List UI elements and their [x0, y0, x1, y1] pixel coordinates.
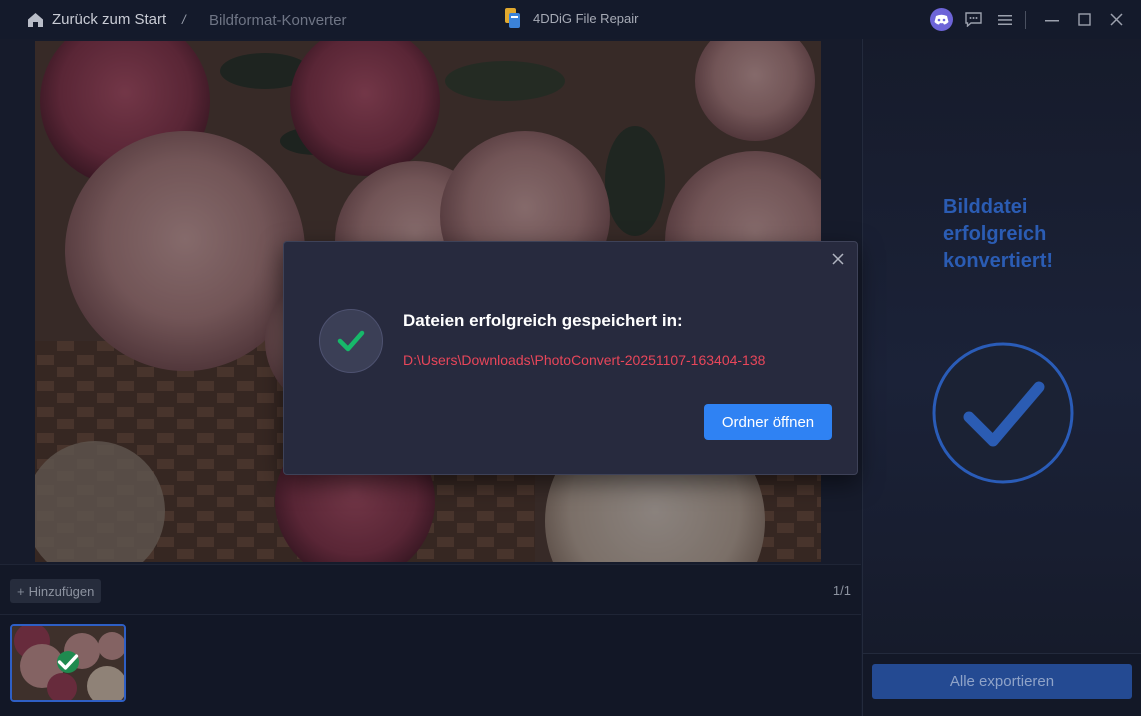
conversion-success-text: Bilddatei erfolgreich konvertiert! — [943, 196, 1054, 272]
title-bar: Zurück zum Start / Bildformat-Konverter … — [0, 0, 1141, 39]
close-window-button[interactable] — [1100, 0, 1132, 39]
toolbar-divider — [1025, 10, 1026, 29]
app-window: Zurück zum Start / Bildformat-Konverter … — [0, 0, 1141, 716]
minimize-icon — [1045, 19, 1059, 21]
open-folder-button[interactable]: Ordner öffnen — [704, 404, 832, 440]
discord-icon — [929, 8, 953, 31]
export-all-button[interactable]: Alle exportieren — [872, 664, 1132, 699]
check-icon — [319, 309, 383, 373]
maximize-button[interactable] — [1068, 0, 1100, 39]
result-panel: Bilddatei erfolgreich konvertiert! — [862, 39, 1141, 653]
saved-path-link[interactable]: D:\Users\Downloads\PhotoConvert-20251107… — [403, 352, 765, 368]
file-toolbar: + Hinzufügen 1/1 — [0, 564, 861, 615]
app-title: 4DDiG File Repair — [503, 7, 638, 29]
breadcrumb-separator: / — [182, 12, 186, 27]
feedback-button[interactable] — [957, 0, 989, 39]
plus-icon: + — [17, 583, 25, 599]
breadcrumb-current: Bildformat-Konverter — [209, 12, 347, 29]
app-logo-icon — [503, 7, 523, 29]
add-file-button[interactable]: + Hinzufügen — [10, 579, 102, 603]
chat-icon — [964, 12, 982, 27]
converted-check-icon — [57, 651, 79, 673]
dialog-close-button[interactable] — [829, 250, 847, 268]
home-icon — [28, 12, 43, 27]
close-icon — [832, 253, 844, 265]
success-check-icon — [932, 342, 1074, 484]
dialog-heading: Dateien erfolgreich gespeichert in: — [403, 311, 683, 330]
minimize-button[interactable] — [1036, 0, 1068, 39]
close-icon — [1109, 13, 1123, 26]
back-to-start-button[interactable]: Zurück zum Start — [27, 11, 166, 28]
maximize-icon — [1077, 13, 1091, 26]
menu-icon — [998, 14, 1012, 25]
discord-button[interactable] — [925, 0, 957, 39]
thumbnail-item[interactable] — [10, 624, 126, 702]
file-counter: 1/1 — [832, 583, 851, 598]
app-name: 4DDiG File Repair — [533, 10, 639, 26]
back-label: Zurück zum Start — [52, 11, 167, 28]
save-success-dialog: Dateien erfolgreich gespeichert in: D:\U… — [283, 241, 858, 475]
add-file-label: Hinzufügen — [28, 583, 95, 599]
thumbnail-strip — [0, 615, 861, 716]
menu-button[interactable] — [989, 0, 1021, 39]
window-controls — [925, 0, 1141, 39]
export-bar: Alle exportieren — [862, 653, 1141, 716]
